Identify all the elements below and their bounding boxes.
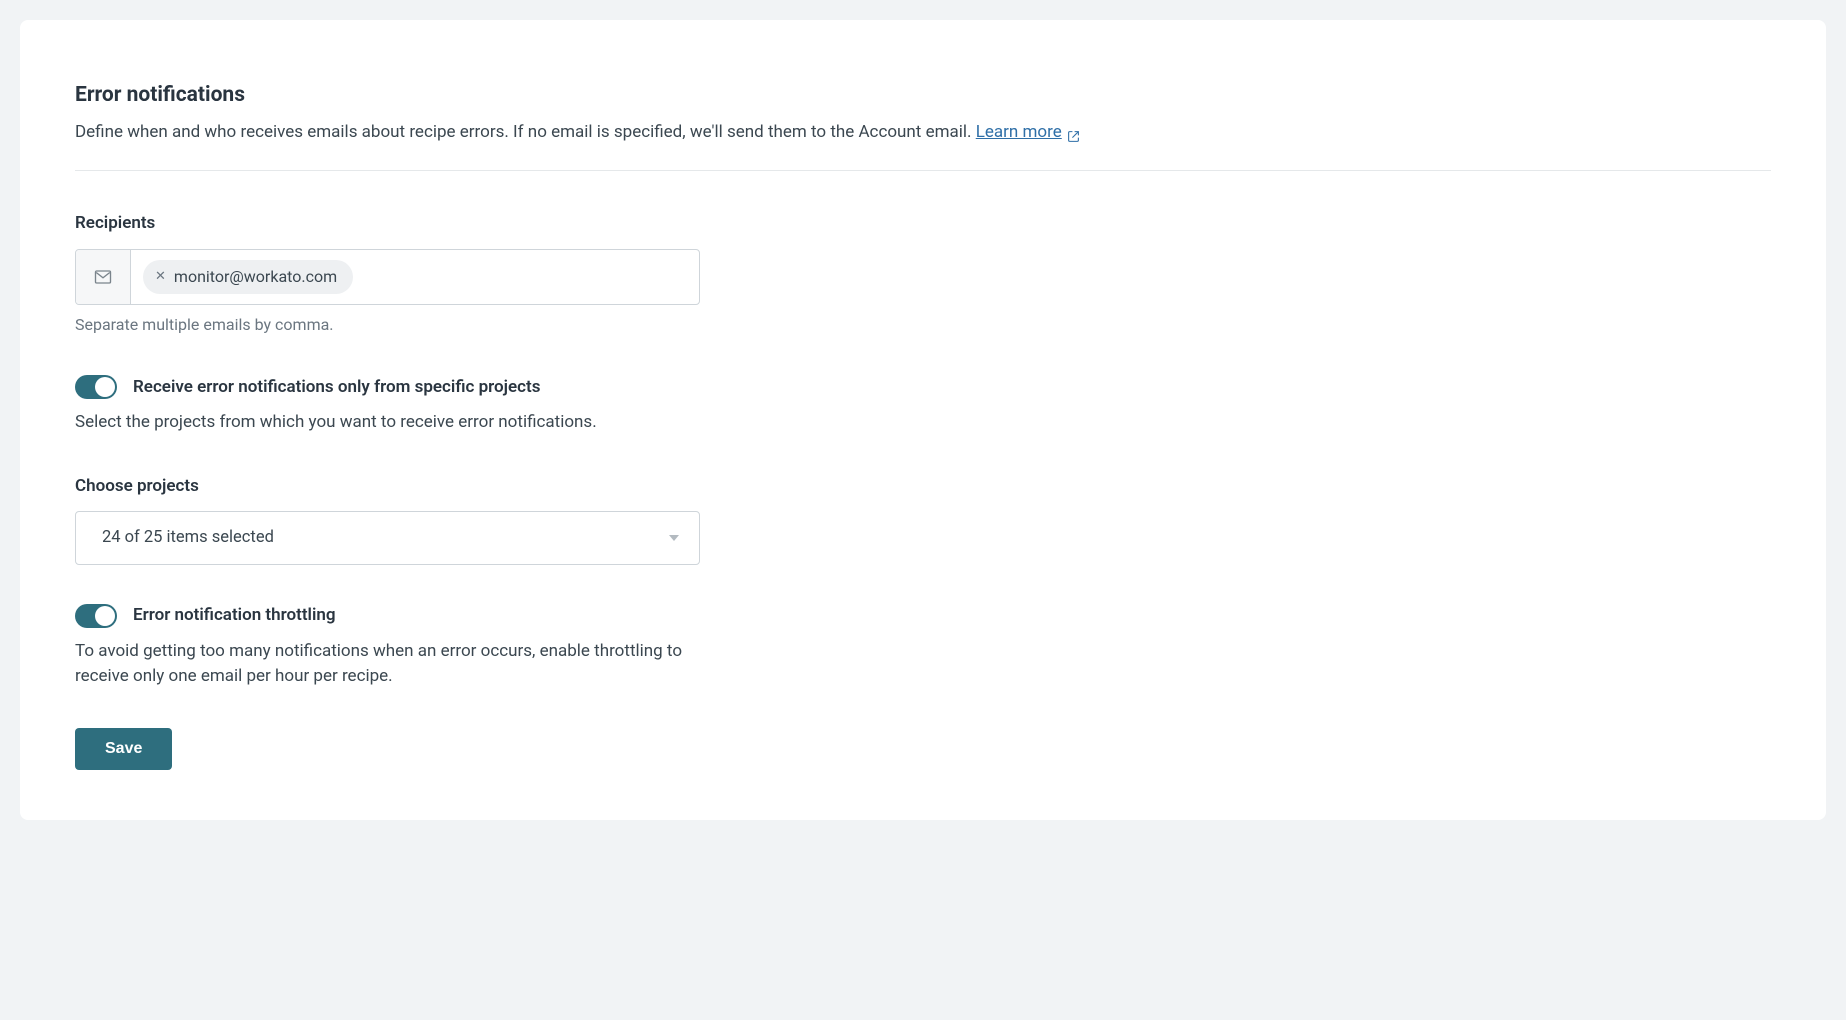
email-icon — [76, 250, 131, 304]
recipients-chip-area[interactable]: ✕ monitor@workato.com — [131, 250, 699, 304]
divider — [75, 170, 1771, 171]
specific-projects-toggle-label: Receive error notifications only from sp… — [133, 375, 540, 401]
throttling-description: To avoid getting too many notifications … — [75, 639, 695, 690]
learn-more-text: Learn more — [976, 120, 1062, 146]
recipient-chip-text: monitor@workato.com — [174, 265, 337, 289]
save-button[interactable]: Save — [75, 728, 172, 770]
recipient-chip: ✕ monitor@workato.com — [143, 260, 353, 294]
throttling-toggle-label: Error notification throttling — [133, 603, 336, 629]
recipients-helper: Separate multiple emails by comma. — [75, 313, 1771, 337]
specific-projects-toggle[interactable] — [75, 375, 117, 399]
external-link-icon — [1067, 126, 1080, 139]
toggle-knob — [95, 377, 115, 397]
choose-projects-selected-text: 24 of 25 items selected — [102, 526, 274, 551]
choose-projects-label: Choose projects — [75, 474, 1771, 500]
specific-projects-description: Select the projects from which you want … — [75, 410, 1771, 436]
recipients-field: Recipients ✕ monitor@workato.com Separat… — [75, 211, 1771, 337]
specific-projects-section: Receive error notifications only from sp… — [75, 375, 1771, 436]
recipients-input[interactable]: ✕ monitor@workato.com — [75, 249, 700, 305]
toggle-knob — [95, 606, 115, 626]
recipients-label: Recipients — [75, 211, 1771, 237]
section-description-text: Define when and who receives emails abou… — [75, 122, 976, 142]
chevron-down-icon — [669, 535, 679, 541]
settings-card: Error notifications Define when and who … — [20, 20, 1826, 820]
choose-projects-select[interactable]: 24 of 25 items selected — [75, 511, 700, 565]
remove-chip-icon[interactable]: ✕ — [155, 270, 166, 283]
throttling-toggle[interactable] — [75, 604, 117, 628]
section-description: Define when and who receives emails abou… — [75, 120, 1771, 146]
learn-more-link[interactable]: Learn more — [976, 120, 1080, 146]
throttling-section: Error notification throttling To avoid g… — [75, 603, 1771, 690]
section-title: Error notifications — [75, 80, 1771, 112]
choose-projects-field: Choose projects 24 of 25 items selected — [75, 474, 1771, 566]
